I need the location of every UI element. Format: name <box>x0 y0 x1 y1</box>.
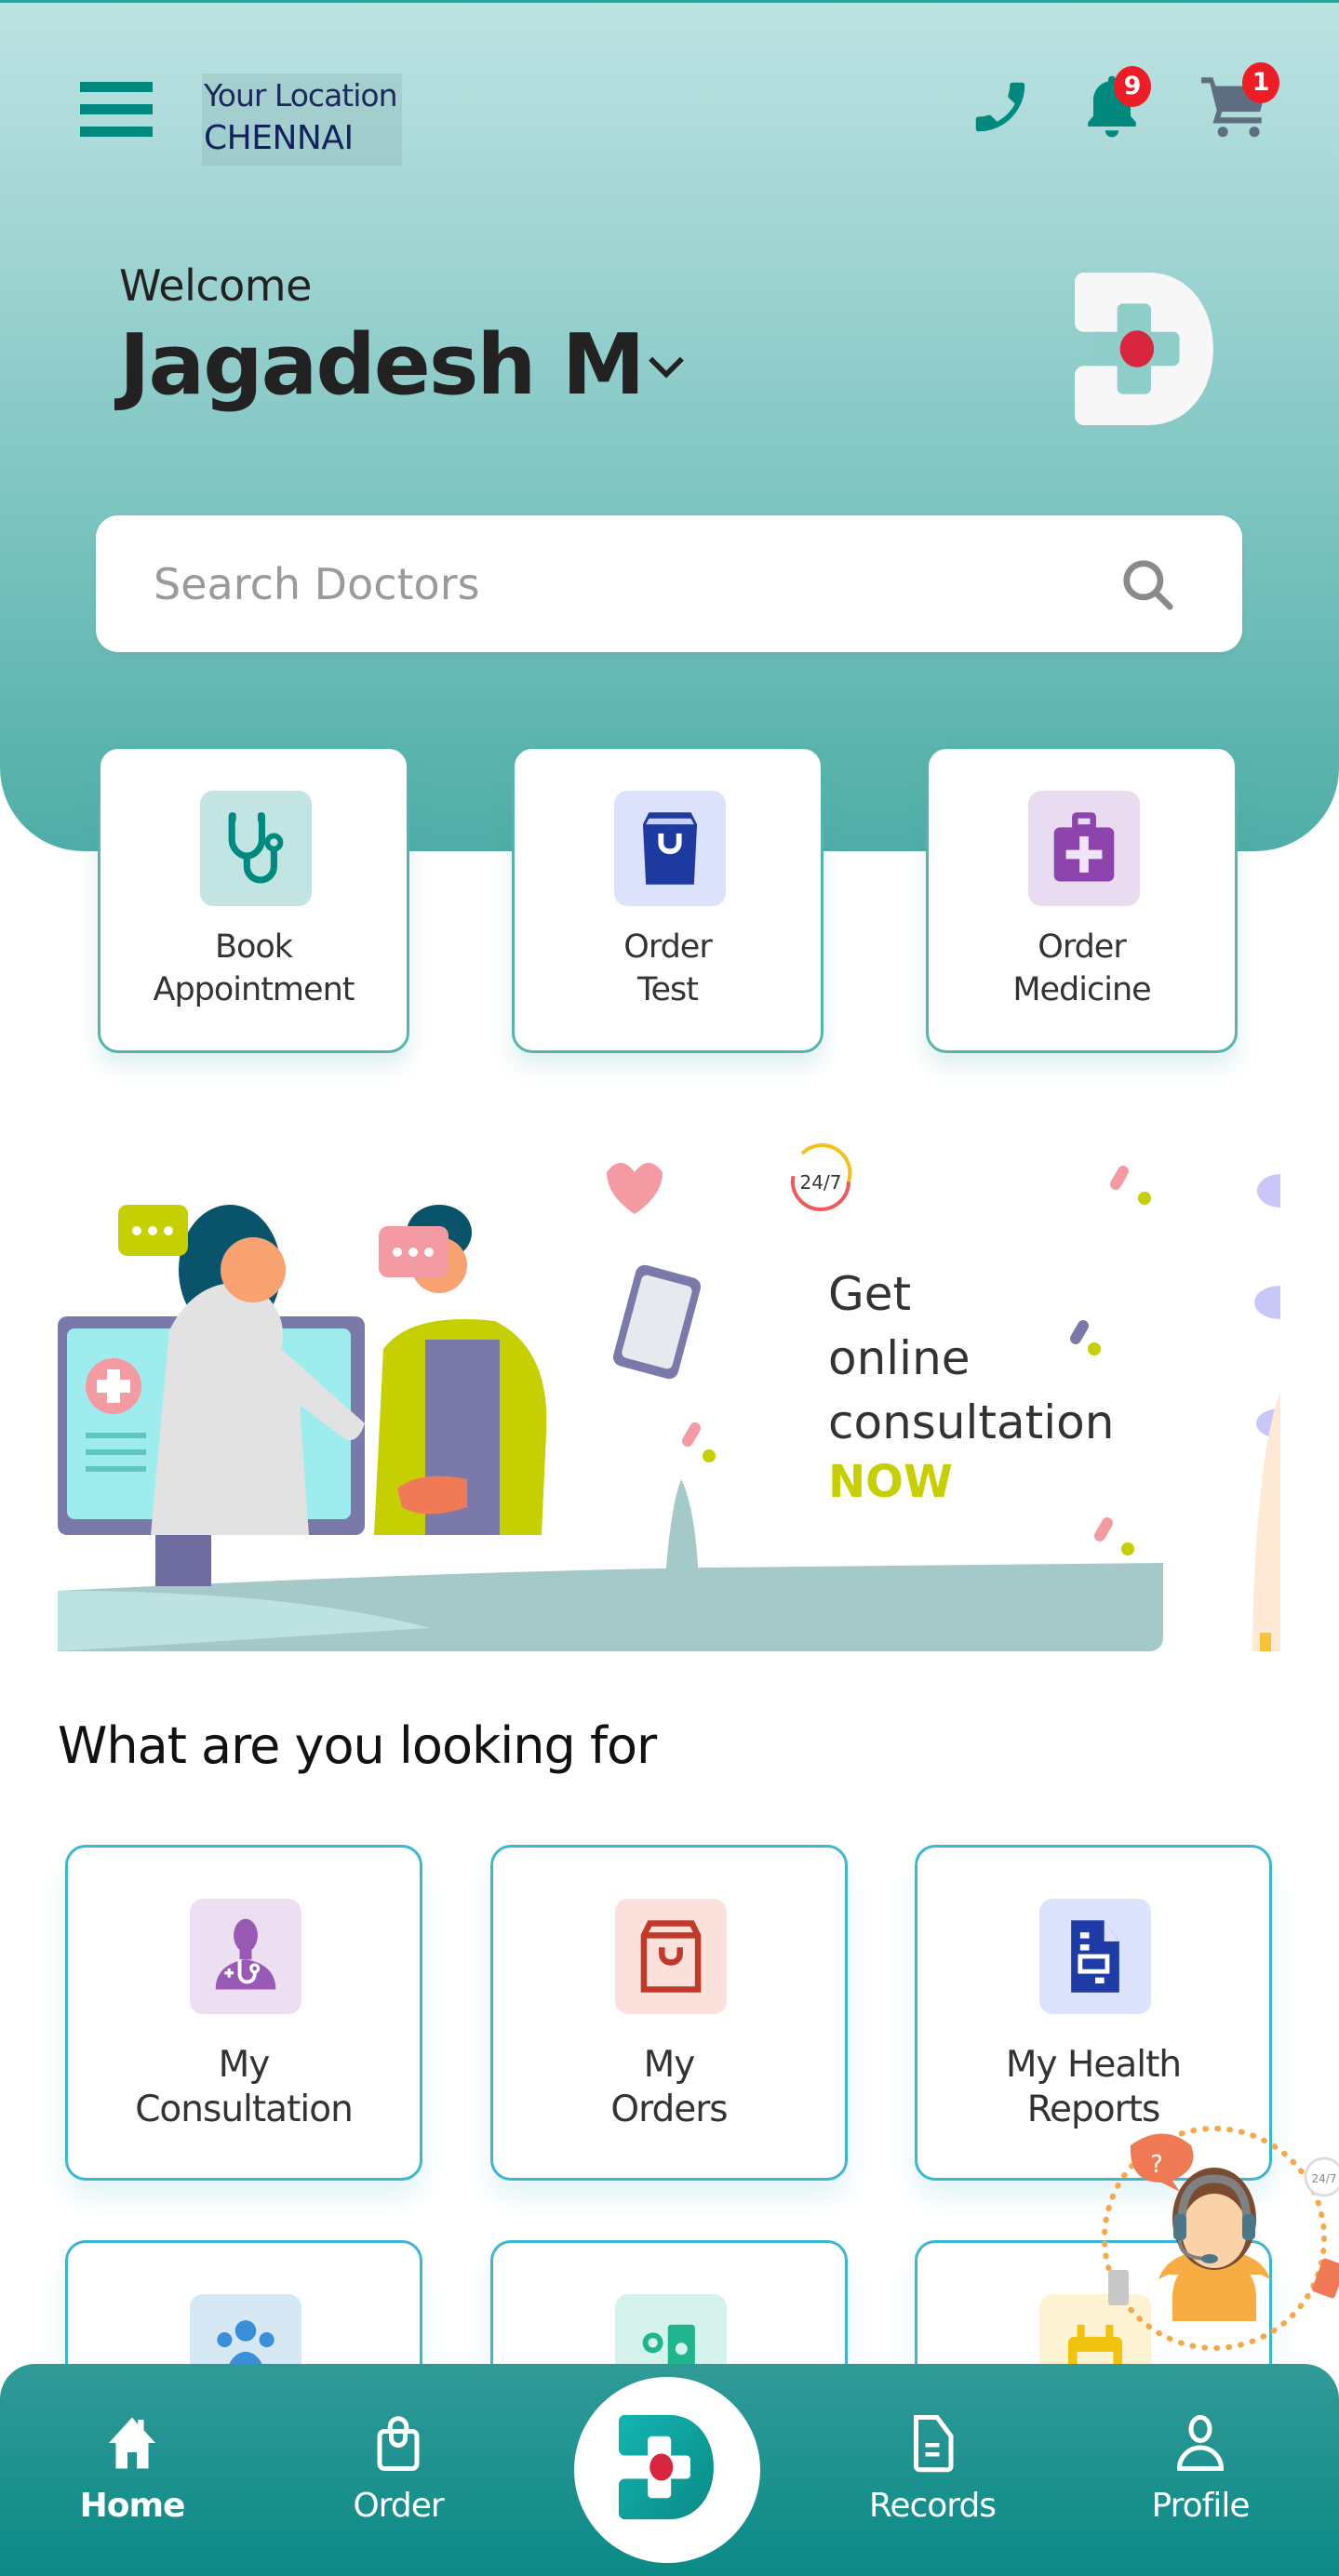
user-outline-icon <box>1176 2415 1225 2471</box>
grid-item-label: My Orders <box>610 2044 728 2130</box>
hamburger-menu-icon[interactable] <box>80 82 154 140</box>
icon-container <box>1028 791 1140 906</box>
nav-center-logo-button[interactable] <box>574 2377 760 2563</box>
nav-label: Home <box>79 2487 186 2525</box>
chevron-down-icon[interactable] <box>645 354 688 381</box>
quick-action-order-medicine[interactable]: Order Medicine <box>926 746 1238 1053</box>
shopping-bag-icon <box>642 812 698 885</box>
svg-text:24/7: 24/7 <box>800 1171 842 1194</box>
grid-item-label: My Consultation <box>135 2044 354 2130</box>
doctor-icon <box>215 1918 276 1990</box>
user-name[interactable]: Jagadesh M <box>119 316 645 414</box>
grid-item-my-orders[interactable]: My Orders <box>490 1845 848 2181</box>
nav-item-records[interactable]: Records <box>849 2412 1016 2525</box>
quick-action-book-appointment[interactable]: Book Appointment <box>98 746 409 1053</box>
svg-text:?: ? <box>1150 2151 1163 2179</box>
app-logo-icon <box>619 2414 714 2520</box>
medical-kit-icon <box>1053 812 1115 882</box>
location-label: Your Location <box>204 77 398 113</box>
quick-action-label: Order Test <box>623 928 712 1008</box>
grid-item-my-consultation[interactable]: My Consultation <box>65 1845 422 2181</box>
search-bar <box>96 515 1242 652</box>
nav-item-home[interactable]: Home <box>48 2412 216 2525</box>
svg-text:24/7: 24/7 <box>1312 2172 1337 2185</box>
nav-item-order[interactable]: Order <box>315 2412 482 2525</box>
icon-container <box>1039 1899 1151 2014</box>
nav-label: Order <box>353 2487 444 2525</box>
banner-highlight: NOW <box>828 1456 953 1508</box>
nav-label: Records <box>868 2487 997 2525</box>
document-outline-icon <box>914 2415 954 2473</box>
search-input[interactable] <box>154 515 1084 652</box>
quick-action-order-test[interactable]: Order Test <box>512 746 823 1053</box>
shopping-bag-outline-icon <box>377 2416 420 2471</box>
pill-icon <box>1110 1166 1151 1205</box>
section-title: What are you looking for <box>58 1716 657 1775</box>
quick-action-label: Book Appointment <box>153 928 355 1008</box>
customer-support-agent-icon[interactable]: ? 24/7 <box>1093 2121 1339 2363</box>
welcome-text: Welcome <box>119 260 312 311</box>
search-icon[interactable] <box>1119 556 1177 614</box>
banner-headline: Get online consultation <box>828 1267 1115 1449</box>
notifications-badge: 9 <box>1114 66 1151 107</box>
app-logo <box>1075 273 1213 425</box>
icon-container <box>615 1899 727 2014</box>
next-banner-peek[interactable] <box>1238 1126 1280 1651</box>
doctor-face <box>221 1237 286 1302</box>
nav-label: Profile <box>1151 2487 1251 2525</box>
cart-badge: 1 <box>1242 62 1279 103</box>
nav-item-profile[interactable]: Profile <box>1117 2412 1284 2525</box>
home-icon <box>109 2417 155 2469</box>
icon-container <box>200 791 312 906</box>
icon-container <box>190 1899 301 2014</box>
pill-icon <box>1094 1517 1134 1555</box>
grid-item-label: My Health Reports <box>1005 2044 1182 2130</box>
icon-container <box>614 791 726 906</box>
location-value: CHENNAI <box>204 118 354 157</box>
report-document-icon <box>1071 1920 1119 1993</box>
heart-icon <box>607 1163 663 1214</box>
bag-icon <box>640 1920 702 1993</box>
quick-action-label: Order Medicine <box>1012 928 1151 1008</box>
pill-icon <box>682 1422 716 1462</box>
stethoscope-icon <box>228 812 284 884</box>
location-selector[interactable]: Your Location CHENNAI <box>202 73 402 166</box>
phone-icon[interactable] <box>968 74 1033 140</box>
